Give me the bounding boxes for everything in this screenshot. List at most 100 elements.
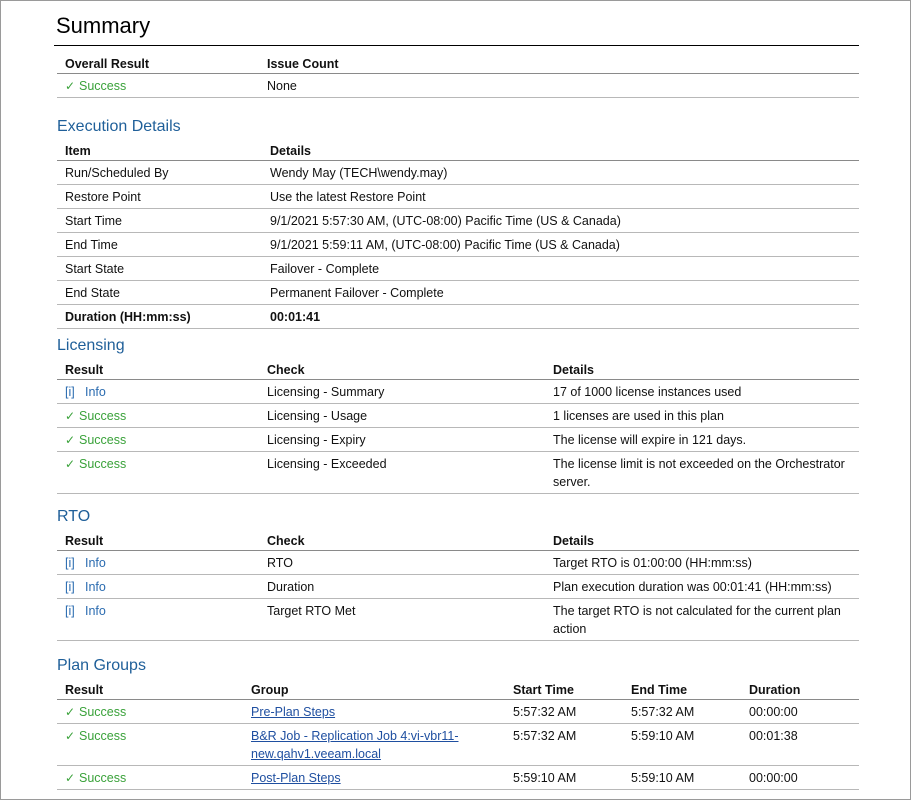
check-cell: Licensing - Summary [259,379,545,404]
table-row: [i] Info Duration Plan execution duration… [57,574,859,599]
result-cell: ✓ Success [57,451,259,494]
column-header-details: Details [262,142,859,161]
table-row: ✓ Success B&R Job - Replication Job 4:vi-… [57,723,859,766]
item-cell: Run/Scheduled By [57,160,262,185]
column-header-issue-count: Issue Count [259,55,859,74]
licensing-table: Result Check Details [i] Info Licensing -… [57,361,859,494]
table-row: [i] Info RTO Target RTO is 01:00:00 (HH:m… [57,550,859,575]
rto-table: Result Check Details [i] Info RTO Target … [57,532,859,641]
issue-count-cell: None [259,73,859,98]
overall-result-cell: ✓ Success [57,73,259,98]
result-cell: [i] Info [57,598,259,641]
result-cell: ✓ Success [57,427,259,452]
item-cell: End State [57,280,262,305]
start-time-cell: 5:57:32 AM [505,699,623,724]
table-row: ✓ Success Post-Plan Steps 5:59:10 AM 5:59… [57,765,859,790]
result-cell: [i] Info [57,379,259,404]
duration-cell: 00:00:00 [741,699,859,724]
details-cell: Failover - Complete [262,256,859,281]
execution-details-table: Item Details Run/Scheduled By Wendy May (… [57,142,859,329]
details-cell: Use the latest Restore Point [262,184,859,209]
check-icon: ✓ [65,771,76,785]
page-title: Summary [56,13,151,38]
result-cell: ✓ Success [57,403,259,428]
column-header-check: Check [259,361,545,380]
plan-groups-table: Result Group Start Time End Time Duratio… [57,681,859,790]
check-icon: ✓ [65,705,76,719]
details-cell: The license limit is not exceeded on the… [545,451,859,494]
table-row: ✓ Success None [57,73,859,98]
status-text: Info [85,385,106,399]
group-link-post-plan-steps[interactable]: Post-Plan Steps [251,771,341,785]
table-row: ✓ Success Pre-Plan Steps 5:57:32 AM 5:57:… [57,699,859,724]
details-cell: Wendy May (TECH\wendy.may) [262,160,859,185]
check-cell: Licensing - Usage [259,403,545,428]
table-row: Run/Scheduled By Wendy May (TECH\wendy.ma… [57,160,859,185]
details-cell: 9/1/2021 5:57:30 AM, (UTC-08:00) Pacific… [262,208,859,233]
group-cell: B&R Job - Replication Job 4:vi-vbr11-new… [243,723,505,766]
status-text: Success [79,771,127,785]
table-row: [i] Info Target RTO Met The target RTO is… [57,598,859,641]
details-cell: 17 of 1000 license instances used [545,379,859,404]
section-title-rto: RTO [57,508,91,525]
status-text: Success [79,729,127,743]
check-icon: ✓ [65,729,76,743]
report-page: Summary Overall Result Issue Count ✓ Succ… [1,1,910,799]
status-text: Success [79,433,127,447]
result-cell: ✓ Success [57,723,243,766]
details-cell: The target RTO is not calculated for the… [545,598,859,641]
check-icon: ✓ [65,409,76,423]
column-header-result: Result [57,361,259,380]
details-cell: 00:01:41 [262,304,859,329]
column-header-start-time: Start Time [505,681,623,700]
item-cell: Start Time [57,208,262,233]
check-icon: ✓ [65,433,76,447]
column-header-item: Item [57,142,262,161]
table-row: Start Time 9/1/2021 5:57:30 AM, (UTC-08:0… [57,208,859,233]
status-text: Info [85,580,106,594]
info-icon: [i] [65,385,75,399]
table-row: ✓ Success Licensing - Expiry The license … [57,427,859,452]
info-icon: [i] [65,556,75,570]
section-title-licensing: Licensing [57,337,125,354]
column-header-overall-result: Overall Result [57,55,259,74]
group-cell: Post-Plan Steps [243,765,505,790]
status-text: Success [79,705,127,719]
table-row: Restore Point Use the latest Restore Poin… [57,184,859,209]
table-row: [i] Info Licensing - Summary 17 of 1000 l… [57,379,859,404]
column-header-details: Details [545,361,859,380]
group-cell: Pre-Plan Steps [243,699,505,724]
table-row: End State Permanent Failover - Complete [57,280,859,305]
column-header-result: Result [57,532,259,551]
result-cell: ✓ Success [57,765,243,790]
item-cell: Restore Point [57,184,262,209]
summary-table: Overall Result Issue Count ✓ Success None [57,55,859,98]
details-cell: Target RTO is 01:00:00 (HH:mm:ss) [545,550,859,575]
check-icon: ✓ [65,457,76,471]
duration-cell: 00:01:38 [741,723,859,766]
start-time-cell: 5:57:32 AM [505,723,623,766]
title-divider [54,45,859,46]
info-icon: [i] [65,580,75,594]
check-icon: ✓ [65,79,76,93]
group-link-pre-plan-steps[interactable]: Pre-Plan Steps [251,705,335,719]
details-cell: Permanent Failover - Complete [262,280,859,305]
item-cell: End Time [57,232,262,257]
start-time-cell: 5:59:10 AM [505,765,623,790]
column-header-group: Group [243,681,505,700]
table-row: Duration (HH:mm:ss) 00:01:41 [57,304,859,329]
details-cell: 9/1/2021 5:59:11 AM, (UTC-08:00) Pacific… [262,232,859,257]
end-time-cell: 5:57:32 AM [623,699,741,724]
check-cell: Licensing - Expiry [259,427,545,452]
check-cell: Duration [259,574,545,599]
check-cell: Target RTO Met [259,598,545,641]
item-cell: Duration (HH:mm:ss) [57,304,262,329]
end-time-cell: 5:59:10 AM [623,765,741,790]
column-header-check: Check [259,532,545,551]
duration-cell: 00:00:00 [741,765,859,790]
column-header-result: Result [57,681,243,700]
group-link-replication-job[interactable]: B&R Job - Replication Job 4:vi-vbr11-new… [251,729,459,761]
info-icon: [i] [65,604,75,618]
result-cell: ✓ Success [57,699,243,724]
table-row: ✓ Success Licensing - Exceeded The licens… [57,451,859,494]
